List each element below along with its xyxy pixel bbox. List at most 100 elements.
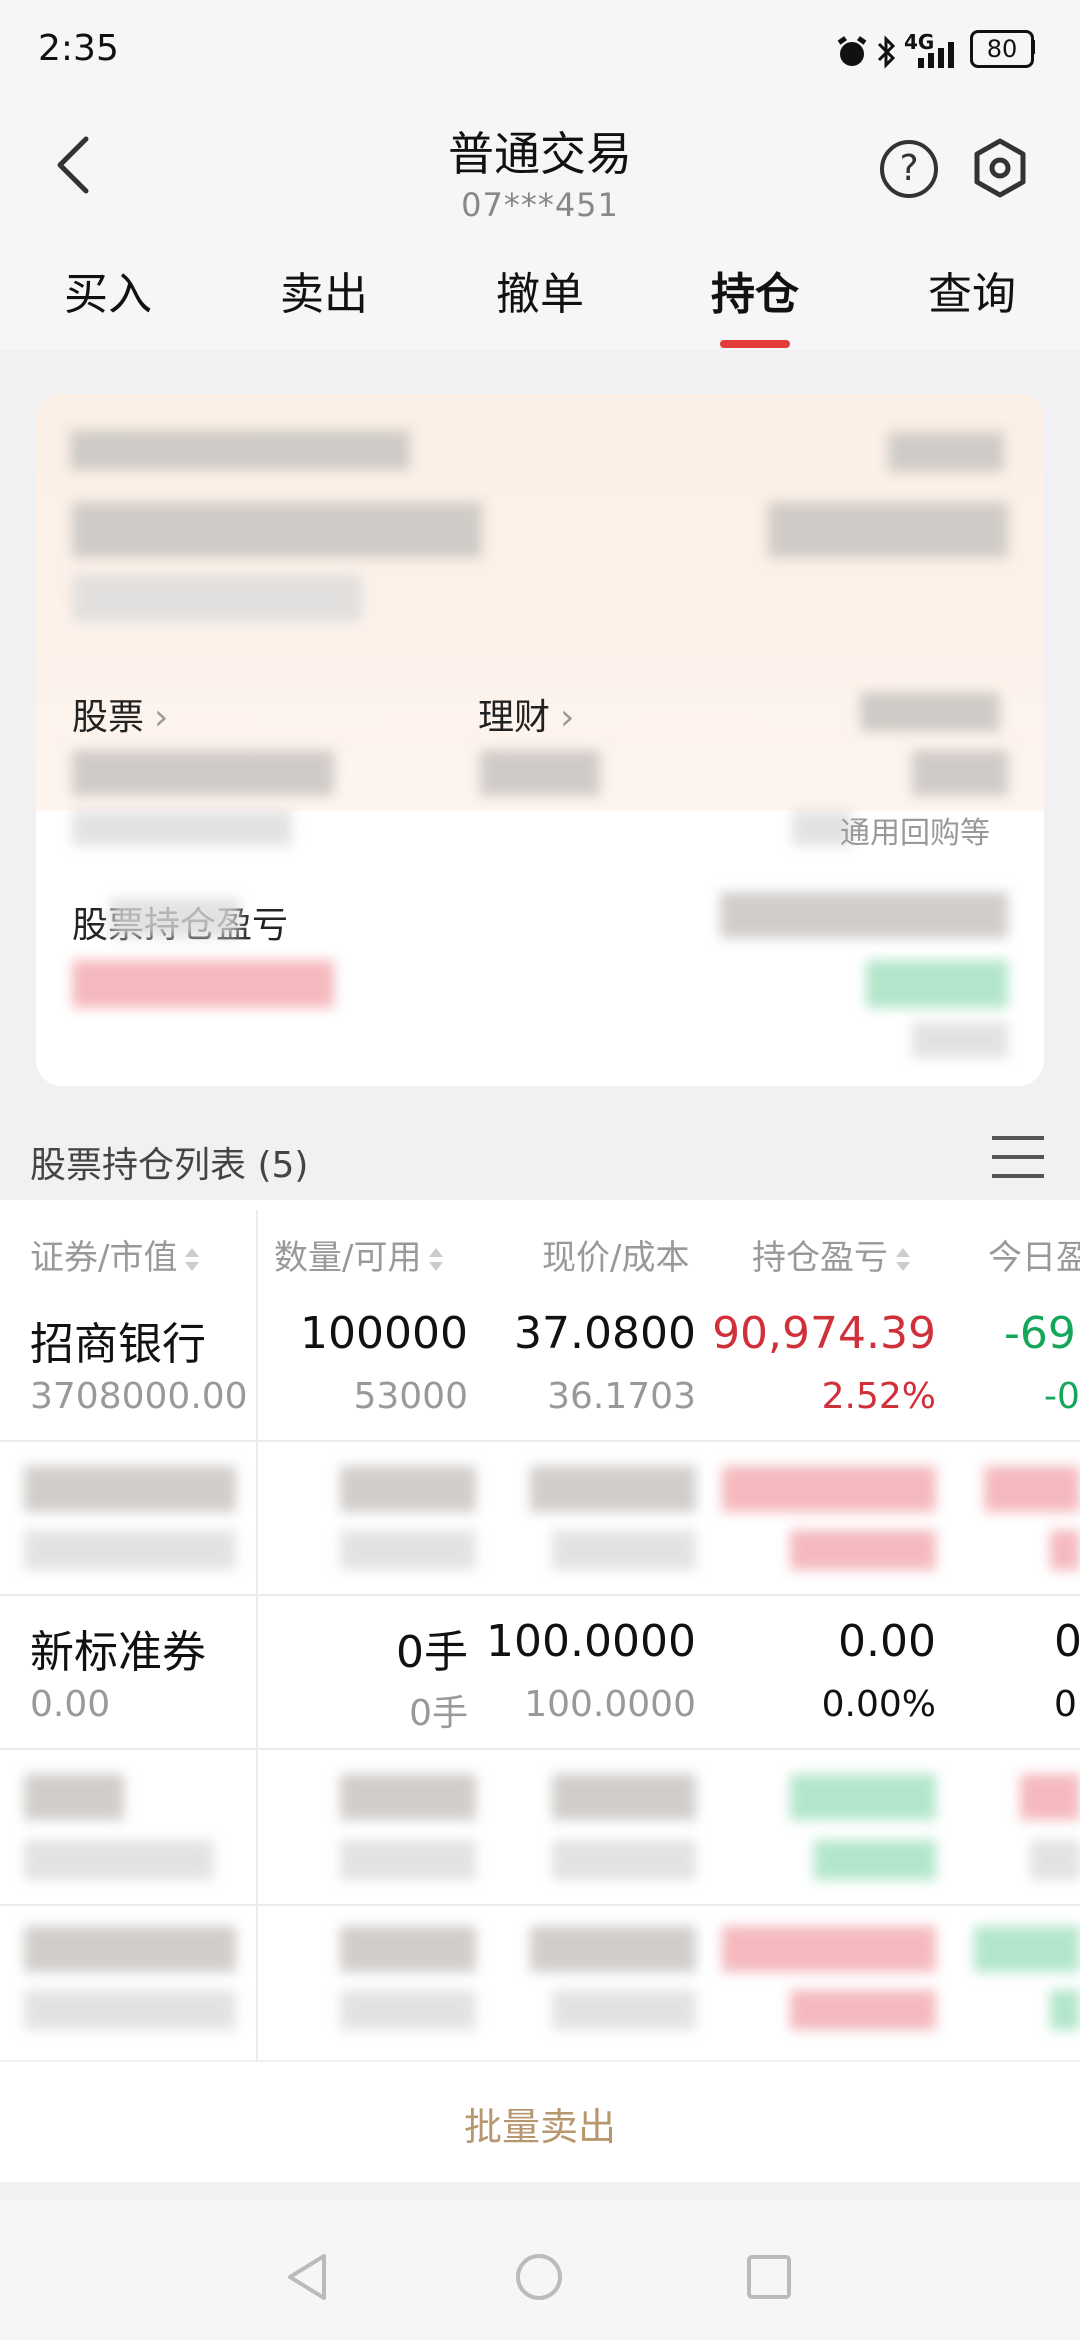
redacted-row: [530, 1466, 696, 1512]
column-header-quantity[interactable]: 数量/可用: [274, 1230, 445, 1279]
column-divider: [256, 1210, 258, 2060]
nav-recent-icon[interactable]: [746, 2254, 792, 2300]
finance-assets-link[interactable]: 理财 ›: [478, 688, 574, 740]
redacted-row: [790, 1530, 936, 1570]
nav-back-icon[interactable]: [286, 2252, 330, 2302]
today-pnl: 0: [1054, 1616, 1080, 1667]
redacted-text: [72, 750, 334, 796]
redacted-row: [340, 1990, 476, 2030]
repo-hint: 通用回购等: [840, 816, 990, 851]
tab-sell[interactable]: 卖出: [244, 258, 404, 328]
signal-icon: [918, 42, 954, 68]
redacted-row: [1020, 1774, 1080, 1820]
tab-query[interactable]: 查询: [892, 258, 1052, 328]
redacted-text: [70, 430, 410, 470]
chevron-right-icon: ›: [154, 697, 169, 738]
chevron-right-icon: ›: [560, 697, 575, 738]
column-header-today-pnl[interactable]: 今日盈: [988, 1230, 1080, 1279]
status-time: 2:35: [38, 28, 119, 69]
redacted-row[interactable]: [24, 1926, 236, 1972]
settings-icon[interactable]: [970, 138, 1030, 198]
menu-icon[interactable]: [992, 1134, 1044, 1180]
position-pnl: 90,974.39: [712, 1308, 936, 1359]
row-divider: [0, 1440, 1080, 1442]
redacted-row: [340, 1840, 476, 1880]
redacted-row: [722, 1926, 936, 1972]
redacted-text: [480, 750, 600, 796]
redacted-text: [912, 750, 1008, 796]
redacted-row: [552, 1774, 696, 1820]
redacted-text: [72, 574, 362, 622]
batch-sell-button[interactable]: 批量卖出: [340, 2096, 740, 2151]
redacted-row: [340, 1466, 476, 1512]
sort-icon: [427, 1245, 445, 1275]
finance-label: 理财: [478, 697, 551, 738]
security-name[interactable]: 招商银行: [30, 1308, 206, 1372]
redacted-row: [340, 1774, 476, 1820]
alarm-icon: [837, 36, 867, 66]
security-name[interactable]: 新标准券: [30, 1616, 206, 1680]
position-pnl: 0.00: [838, 1616, 936, 1667]
column-header-label: 证券/市值: [30, 1238, 178, 1278]
tab-positions[interactable]: 持仓: [675, 258, 835, 328]
active-tab-indicator: [720, 340, 790, 348]
redacted-text: [888, 432, 1004, 472]
position-pnl-pct: 0.00%: [821, 1684, 936, 1725]
redacted-row: [790, 1990, 936, 2030]
stock-label: 股票: [72, 697, 145, 738]
sort-icon: [183, 1245, 201, 1275]
bluetooth-icon: [877, 35, 896, 69]
redacted-row: [340, 1530, 476, 1570]
redacted-row: [1050, 1530, 1080, 1570]
current-price: 100.0000: [486, 1616, 696, 1667]
quantity: 100000: [300, 1308, 468, 1359]
redacted-value: [866, 960, 1008, 1008]
tab-buy[interactable]: 买入: [28, 258, 188, 328]
redacted-text: [72, 810, 292, 846]
column-header-label: 数量/可用: [274, 1238, 422, 1278]
redacted-text: [768, 502, 1008, 558]
market-value: 3708000.00: [30, 1376, 248, 1417]
redacted-row: [24, 1840, 214, 1880]
cost-price: 36.1703: [547, 1376, 696, 1417]
available: 53000: [353, 1376, 468, 1417]
quantity: 0手: [396, 1627, 468, 1678]
column-header-label: 持仓盈亏: [752, 1238, 888, 1278]
cost-price: 100.0000: [524, 1684, 696, 1725]
battery-tip: [1031, 40, 1035, 54]
redacted-row: [790, 1774, 936, 1820]
redacted-row: [1050, 1990, 1080, 2030]
redacted-text: [72, 502, 482, 558]
redacted-row: [24, 1990, 236, 2030]
tab-cancel[interactable]: 撤单: [460, 258, 620, 328]
back-icon[interactable]: [52, 135, 92, 195]
redacted-row: [530, 1926, 696, 1972]
today-pnl-pct: -0: [1044, 1376, 1080, 1417]
redacted-value: [912, 1022, 1008, 1058]
redacted-row: [552, 1990, 696, 2030]
column-header-pnl[interactable]: 持仓盈亏: [752, 1230, 912, 1279]
redacted-row: [552, 1530, 696, 1570]
redacted-text: [110, 898, 240, 938]
redacted-row: [974, 1926, 1080, 1972]
redacted-text: [720, 892, 1008, 938]
redacted-row[interactable]: [24, 1466, 236, 1512]
redacted-row: [814, 1840, 936, 1880]
redacted-text[interactable]: [860, 692, 1000, 732]
holdings-list-title: 股票持仓列表 (5): [30, 1145, 309, 1186]
position-pnl-pct: 2.52%: [821, 1376, 936, 1417]
market-value: 0.00: [30, 1684, 111, 1725]
redacted-row: [340, 1926, 476, 1972]
current-price: 37.0800: [514, 1308, 696, 1359]
row-divider: [0, 1748, 1080, 1750]
redacted-row: [984, 1466, 1080, 1512]
nav-home-icon[interactable]: [514, 2252, 564, 2302]
redacted-row: [722, 1466, 936, 1512]
column-header-security[interactable]: 证券/市值: [30, 1230, 201, 1279]
app-screen: 2:35 4G 80 普通交易 07***451 ? 买入 卖出 撤单 持仓 查…: [0, 0, 1080, 2340]
help-icon[interactable]: ?: [880, 140, 938, 198]
today-pnl-pct: 0: [1054, 1684, 1077, 1725]
row-divider: [0, 1904, 1080, 1906]
stock-assets-link[interactable]: 股票 ›: [72, 688, 168, 740]
redacted-row[interactable]: [24, 1774, 124, 1820]
